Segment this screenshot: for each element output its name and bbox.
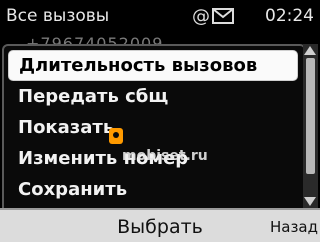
menu-item-send-message[interactable]: Передать сбщ [4, 81, 304, 112]
watermark-text: mobiset.ru [122, 148, 208, 164]
at-icon: @ [192, 5, 210, 27]
menu-item-call-duration[interactable]: Длительность вызовов [8, 50, 298, 81]
menu-item-show[interactable]: Показать [4, 112, 304, 143]
menu-item-save[interactable]: Сохранить [4, 174, 304, 205]
watermark-logo-icon [109, 128, 123, 144]
scroll-thumb[interactable] [306, 58, 315, 174]
screen-title: Все вызовы [6, 6, 110, 26]
envelope-icon [212, 8, 234, 24]
scroll-down-arrow-icon[interactable] [304, 197, 316, 206]
back-softkey[interactable]: Назад [270, 218, 318, 236]
scroll-up-arrow-icon[interactable] [304, 46, 316, 55]
status-icons: @ [192, 3, 234, 29]
status-bar: Все вызовы @ 02:24 [0, 0, 320, 34]
softkey-bar: Выбрать Назад [0, 208, 320, 242]
clock: 02:24 [265, 6, 314, 26]
menu-scrollbar[interactable] [303, 44, 318, 208]
options-menu: Длительность вызовов Передать сбщ Показа… [2, 44, 306, 210]
